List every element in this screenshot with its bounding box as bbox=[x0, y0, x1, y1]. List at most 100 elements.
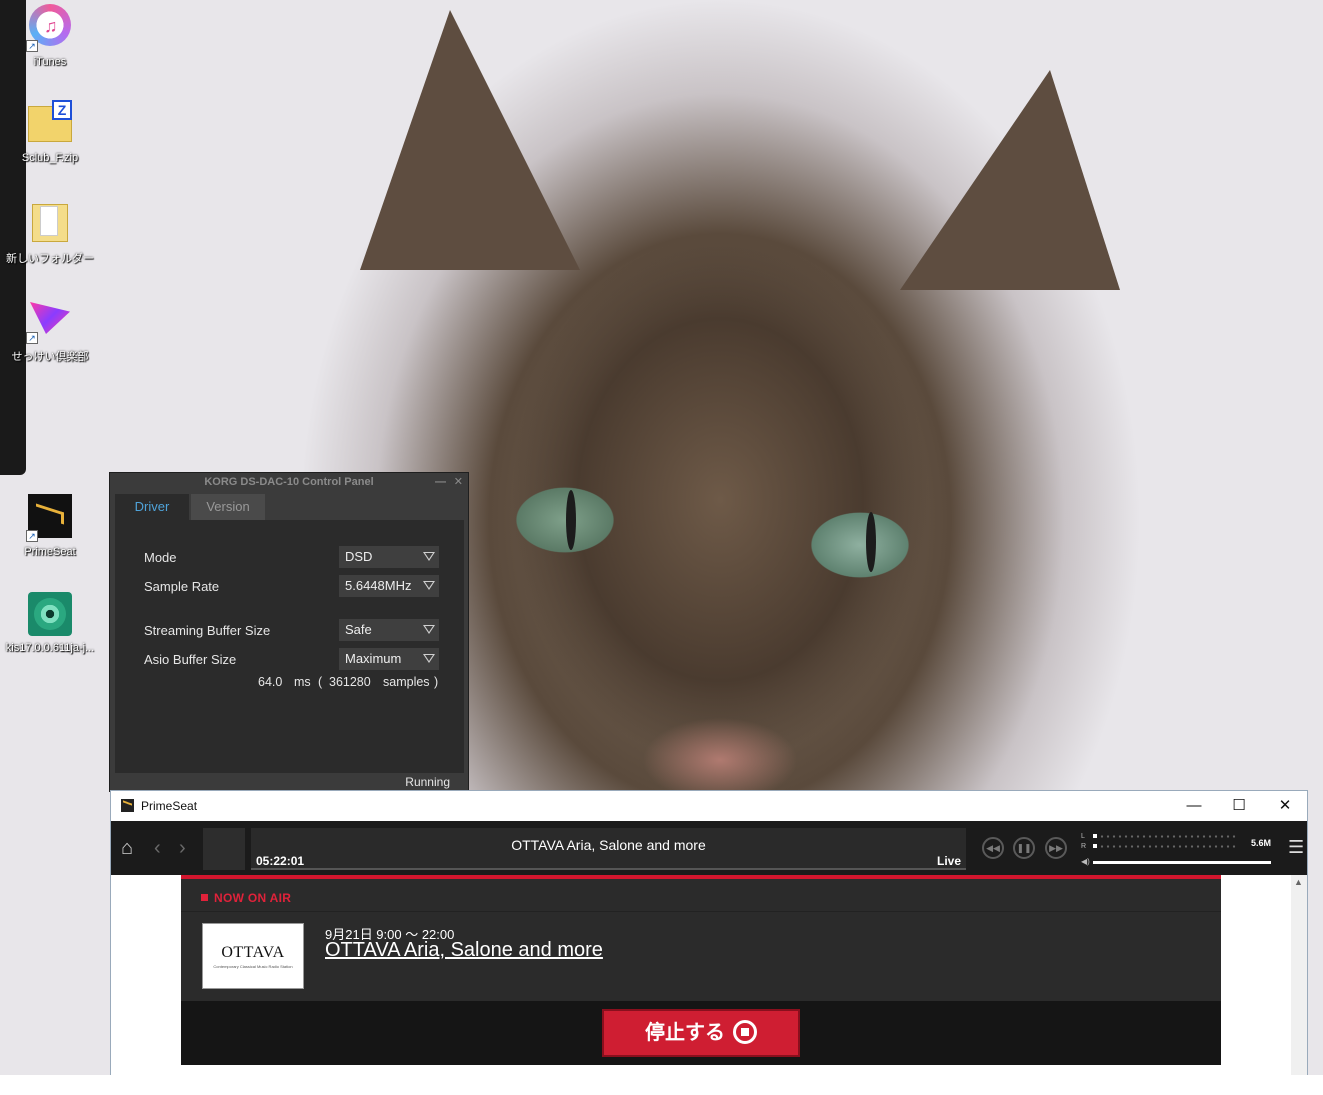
player-bar: ⌂ ‹ › OTTAVA Aria, Salone and more 05:22… bbox=[111, 821, 1307, 875]
desktop-icon-itunes[interactable]: ♫ ↗ iTunes bbox=[2, 4, 98, 68]
korg-window-title: KORG DS-DAC-10 Control Panel bbox=[204, 476, 374, 488]
streaming-buffer-select[interactable]: Safe bbox=[339, 619, 439, 641]
pause-icon[interactable]: ❚❚ bbox=[1013, 837, 1035, 859]
station-logo-subtext: Contemporary Classical Music Radio Stati… bbox=[213, 964, 293, 969]
streaming-buffer-label: Streaming Buffer Size bbox=[144, 623, 271, 638]
fast-forward-icon[interactable]: ▶▶ bbox=[1045, 837, 1067, 859]
primeseat-title-bar[interactable]: PrimeSeat — ☐ ✕ bbox=[111, 791, 1307, 821]
buffer-ms-value: 64.0 bbox=[258, 675, 283, 689]
volume-icon: ◀) bbox=[1081, 857, 1090, 866]
now-on-air-label: NOW ON AIR bbox=[201, 891, 291, 905]
back-arrow-icon[interactable]: ‹ bbox=[154, 838, 161, 858]
now-on-air-text: NOW ON AIR bbox=[214, 891, 292, 905]
wallpaper-cat-eye-left bbox=[566, 490, 576, 550]
wallpaper-cat-eye-right bbox=[866, 512, 876, 572]
program-title-link[interactable]: OTTAVA Aria, Salone and more bbox=[325, 939, 603, 962]
primeseat-icon: ↗ bbox=[26, 494, 74, 542]
divider bbox=[181, 911, 1221, 912]
desktop-icon-sekkei-club[interactable]: ↗ せっけい倶楽部 bbox=[2, 296, 98, 364]
shortcut-arrow-icon: ↗ bbox=[26, 332, 38, 344]
menu-icon[interactable]: ☰ bbox=[1288, 838, 1304, 856]
desktop-icon-primeseat[interactable]: ↗ PrimeSeat bbox=[2, 494, 98, 558]
streaming-buffer-value: Safe bbox=[345, 622, 372, 637]
desktop-icon-new-folder[interactable]: 新しいフォルダー bbox=[2, 198, 98, 266]
asio-buffer-value: Maximum bbox=[345, 651, 402, 666]
dropdown-arrow-icon bbox=[423, 625, 435, 634]
sample-rate-indicator: 5.6M bbox=[1251, 838, 1272, 848]
mode-label: Mode bbox=[144, 550, 177, 565]
korg-driver-panel: Mode DSD Sample Rate 5.6448MHz Streaming… bbox=[115, 520, 464, 773]
stop-button-label: 停止する bbox=[645, 1022, 725, 1044]
forward-arrow-icon[interactable]: › bbox=[179, 838, 186, 858]
mode-value: DSD bbox=[345, 549, 373, 564]
desktop-icon-label: kis17.0.0.611ja-j... bbox=[5, 642, 95, 654]
korg-control-panel-window: KORG DS-DAC-10 Control Panel — ✕ Driver … bbox=[109, 472, 469, 792]
station-logo[interactable]: OTTAVA Contemporary Classical Music Radi… bbox=[202, 923, 304, 989]
now-on-air-card: NOW ON AIR OTTAVA Contemporary Classical… bbox=[181, 875, 1221, 1065]
mode-select[interactable]: DSD bbox=[339, 546, 439, 568]
desktop-icon-label: iTunes bbox=[33, 56, 67, 68]
wallpaper-cat-ear-right bbox=[900, 70, 1120, 290]
primeseat-window: PrimeSeat — ☐ ✕ ⌂ ‹ › OTTAVA Aria, Salon… bbox=[110, 790, 1308, 1075]
volume-slider[interactable] bbox=[1093, 861, 1271, 864]
stop-circle-icon bbox=[733, 1020, 757, 1044]
close-icon[interactable]: ✕ bbox=[454, 473, 463, 491]
desktop-icon-label: せっけい倶楽部 bbox=[11, 351, 89, 363]
album-art-slot bbox=[203, 828, 245, 870]
station-logo-text: OTTAVA bbox=[221, 944, 285, 961]
driver-status: Running bbox=[405, 775, 450, 789]
close-button[interactable]: ✕ bbox=[1262, 795, 1308, 817]
now-playing-title: OTTAVA Aria, Salone and more bbox=[511, 837, 706, 853]
meter-right-bar bbox=[1093, 844, 1238, 848]
dropdown-arrow-icon bbox=[423, 581, 435, 590]
shortcut-arrow-icon: ↗ bbox=[26, 530, 38, 542]
primeseat-logo-icon bbox=[121, 799, 134, 812]
vertical-scrollbar[interactable]: ▲ bbox=[1291, 875, 1307, 1075]
desktop-icon-label: PrimeSeat bbox=[24, 546, 76, 558]
korg-tab-bar: Driver Version bbox=[115, 494, 267, 520]
home-icon[interactable]: ⌂ bbox=[121, 838, 133, 858]
disc-installer-icon bbox=[26, 590, 74, 638]
buffer-paren-open: ( bbox=[318, 675, 323, 689]
meter-left-bar bbox=[1093, 834, 1238, 838]
progress-bar[interactable] bbox=[251, 868, 966, 870]
shortcut-arrow-icon: ↗ bbox=[26, 40, 38, 52]
buffer-samples-value: 361280 bbox=[329, 675, 371, 689]
minimize-icon[interactable]: — bbox=[435, 473, 446, 491]
live-indicator: Live bbox=[936, 854, 961, 868]
buffer-paren-close: ) bbox=[434, 675, 439, 689]
buffer-ms-unit: ms bbox=[294, 675, 311, 689]
minimize-button[interactable]: — bbox=[1171, 795, 1217, 817]
asio-buffer-select[interactable]: Maximum bbox=[339, 648, 439, 670]
desktop-icon-label: Sclub_F.zip bbox=[21, 152, 79, 164]
sample-rate-value: 5.6448MHz bbox=[345, 578, 412, 593]
primeseat-content-page: NOW ON AIR OTTAVA Contemporary Classical… bbox=[111, 875, 1307, 1075]
meter-right-label: R bbox=[1081, 843, 1087, 850]
itunes-icon: ♫ ↗ bbox=[26, 4, 74, 52]
dropdown-arrow-icon bbox=[423, 552, 435, 561]
korg-title-bar[interactable]: KORG DS-DAC-10 Control Panel — ✕ bbox=[110, 473, 468, 491]
buffer-samples-unit: samples bbox=[383, 675, 430, 689]
rewind-icon[interactable]: ◀◀ bbox=[982, 837, 1004, 859]
wallpaper-cat-ear-left bbox=[360, 10, 580, 270]
asio-buffer-label: Asio Buffer Size bbox=[144, 652, 237, 667]
now-playing-display: OTTAVA Aria, Salone and more 05:22:01 Li… bbox=[251, 828, 966, 870]
sample-rate-label: Sample Rate bbox=[144, 579, 220, 594]
scroll-up-icon[interactable]: ▲ bbox=[1294, 877, 1303, 887]
folder-icon bbox=[26, 198, 74, 246]
meter-left-label: L bbox=[1081, 833, 1085, 840]
stop-bar: 停止する bbox=[181, 1001, 1221, 1065]
on-air-square-icon bbox=[201, 894, 208, 901]
level-meter: L R 5.6M ◀) bbox=[1081, 833, 1271, 867]
desktop-icon-kis-installer[interactable]: kis17.0.0.611ja-j... bbox=[2, 590, 98, 654]
sekkei-club-icon: ↗ bbox=[26, 296, 74, 344]
tab-version[interactable]: Version bbox=[191, 494, 265, 520]
stop-button[interactable]: 停止する bbox=[602, 1009, 800, 1057]
primeseat-window-title: PrimeSeat bbox=[141, 799, 198, 813]
maximize-button[interactable]: ☐ bbox=[1216, 795, 1262, 817]
sample-rate-select[interactable]: 5.6448MHz bbox=[339, 575, 439, 597]
zip-folder-icon: Z bbox=[26, 100, 74, 148]
desktop-icon-sclub-zip[interactable]: Z Sclub_F.zip bbox=[2, 100, 98, 164]
tab-driver[interactable]: Driver bbox=[115, 494, 189, 520]
dropdown-arrow-icon bbox=[423, 654, 435, 663]
